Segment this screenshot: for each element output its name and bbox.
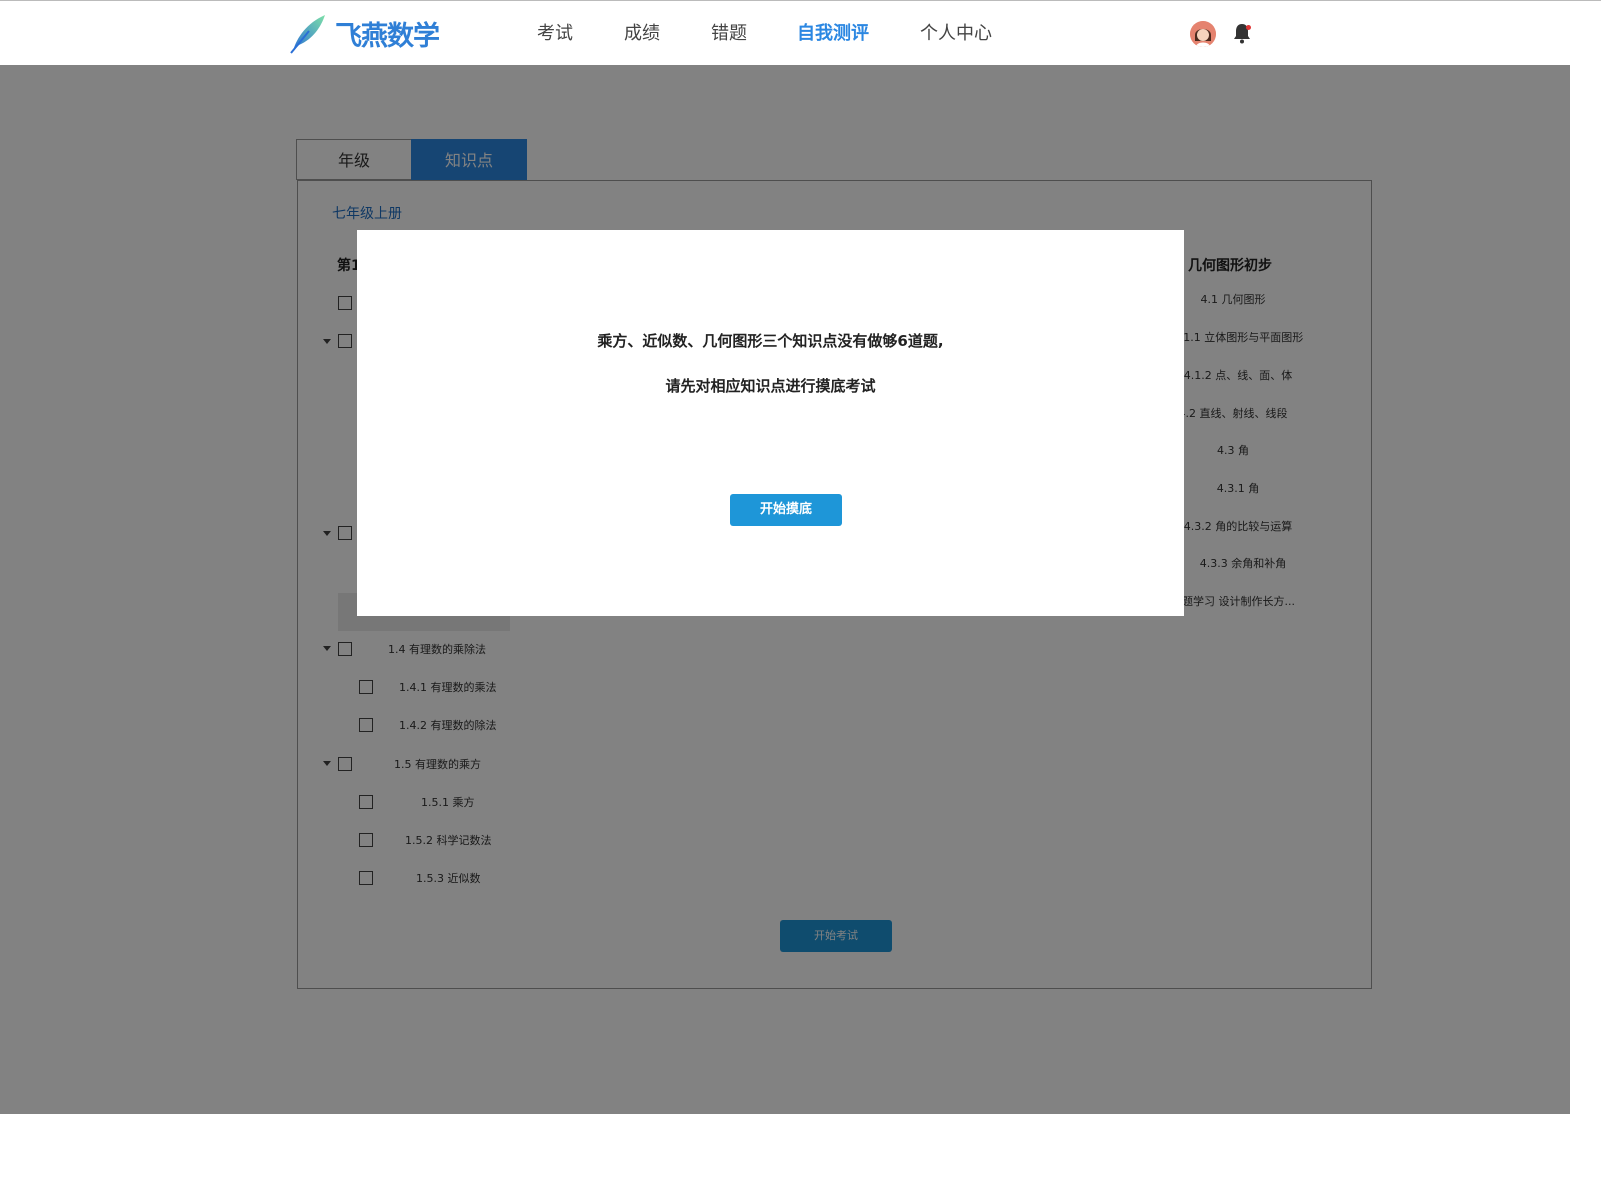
user-avatar[interactable]	[1190, 21, 1216, 47]
app-logo[interactable]: 飞燕数学	[287, 9, 440, 57]
feather-logo-icon	[290, 15, 325, 54]
nav-scores[interactable]: 成绩	[624, 1, 660, 66]
nav-mistakes[interactable]: 错题	[711, 1, 747, 66]
dialog-message-line-2: 请先对相应知识点进行摸底考试	[665, 377, 876, 395]
dialog-message-line-1: 乘方、近似数、几何图形三个知识点没有做够6道题,	[597, 332, 944, 350]
nav-personal-center[interactable]: 个人中心	[920, 1, 992, 66]
page-footer-area	[0, 1114, 1601, 1186]
top-nav-bar: 飞燕数学 考试 成绩 错题 自我测评 个人中心	[0, 0, 1601, 65]
app-logo-text: 飞燕数学	[335, 20, 440, 52]
alert-dialog: 乘方、近似数、几何图形三个知识点没有做够6道题, 请先对相应知识点进行摸底考试 …	[357, 230, 1184, 616]
start-diagnostic-button[interactable]: 开始摸底	[730, 494, 842, 526]
nav-exam[interactable]: 考试	[537, 1, 573, 66]
notification-dot	[1246, 25, 1251, 30]
avatar-icon	[1190, 21, 1216, 47]
nav-self-assessment[interactable]: 自我测评	[797, 1, 869, 66]
